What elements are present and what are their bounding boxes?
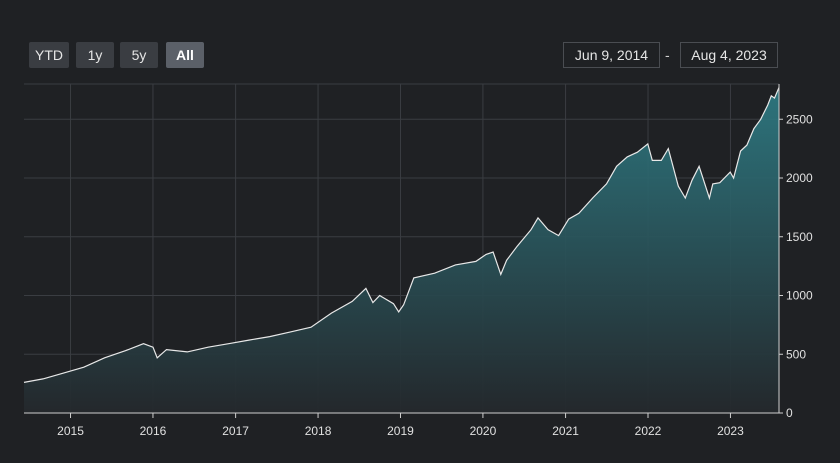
x-tick-label: 2018 bbox=[305, 424, 332, 438]
x-tick-label: 2023 bbox=[717, 424, 744, 438]
x-tick-label: 2017 bbox=[222, 424, 249, 438]
area-chart: 2015 2016 2017 2018 2019 2020 2021 2022 2023 0 50… bbox=[23, 83, 813, 438]
chart-area-fill bbox=[24, 87, 779, 413]
y-tick-label: 2000 bbox=[786, 171, 813, 185]
x-tick-label: 2021 bbox=[552, 424, 579, 438]
y-tick-label: 2500 bbox=[786, 112, 813, 126]
y-tick-label: 0 bbox=[786, 406, 793, 420]
x-tick-label: 2016 bbox=[140, 424, 167, 438]
x-tick-label: 2015 bbox=[57, 424, 84, 438]
x-tick-label: 2020 bbox=[470, 424, 497, 438]
x-tick-label: 2019 bbox=[387, 424, 414, 438]
x-tick-label: 2022 bbox=[635, 424, 662, 438]
y-tick-label: 1000 bbox=[786, 289, 813, 303]
y-tick-label: 1500 bbox=[786, 230, 813, 244]
y-tick-label: 500 bbox=[786, 347, 806, 361]
